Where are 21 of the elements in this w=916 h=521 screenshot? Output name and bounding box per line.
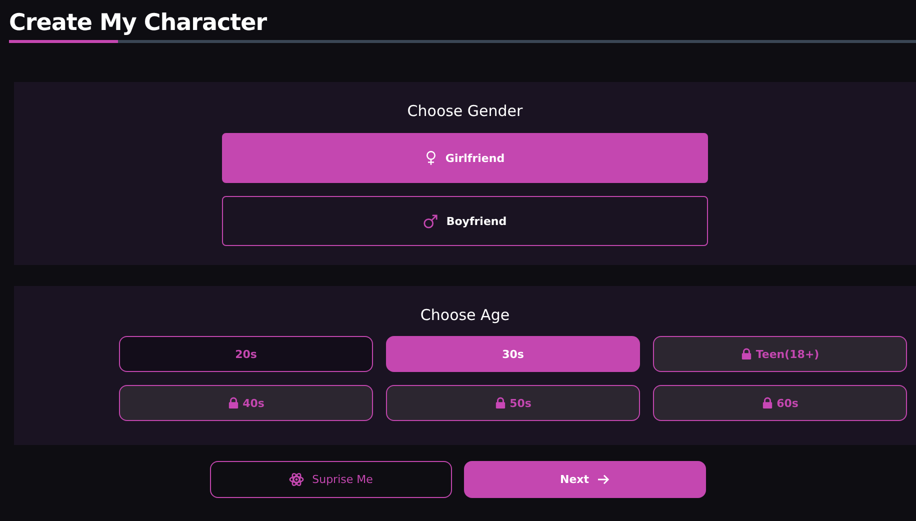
lock-icon (494, 397, 506, 409)
section-heading: Choose Age (420, 306, 510, 324)
section-heading: Choose Gender (407, 102, 523, 120)
male-symbol-icon (423, 214, 438, 228)
atom-icon (289, 472, 304, 487)
lock-icon (762, 397, 773, 409)
female-symbol-icon (425, 150, 438, 166)
age-option[interactable]: 50s (386, 385, 640, 421)
page-title: Create My Character (8, 9, 268, 38)
surprise-button[interactable]: Suprise Me (210, 461, 452, 498)
age-option[interactable]: 20s (119, 336, 373, 372)
next-button[interactable]: Next (464, 461, 706, 498)
gender-option[interactable]: Girlfriend (222, 133, 708, 183)
age-option[interactable]: 60s (653, 385, 907, 421)
age-option[interactable]: 40s (119, 385, 373, 421)
age-option[interactable]: Teen(18+) (653, 336, 907, 372)
age-option[interactable]: 30s (386, 336, 640, 372)
gender-option[interactable]: Boyfriend (222, 196, 708, 246)
arrow-right-icon (597, 474, 610, 485)
lock-icon (228, 397, 239, 409)
lock-icon (740, 348, 752, 360)
